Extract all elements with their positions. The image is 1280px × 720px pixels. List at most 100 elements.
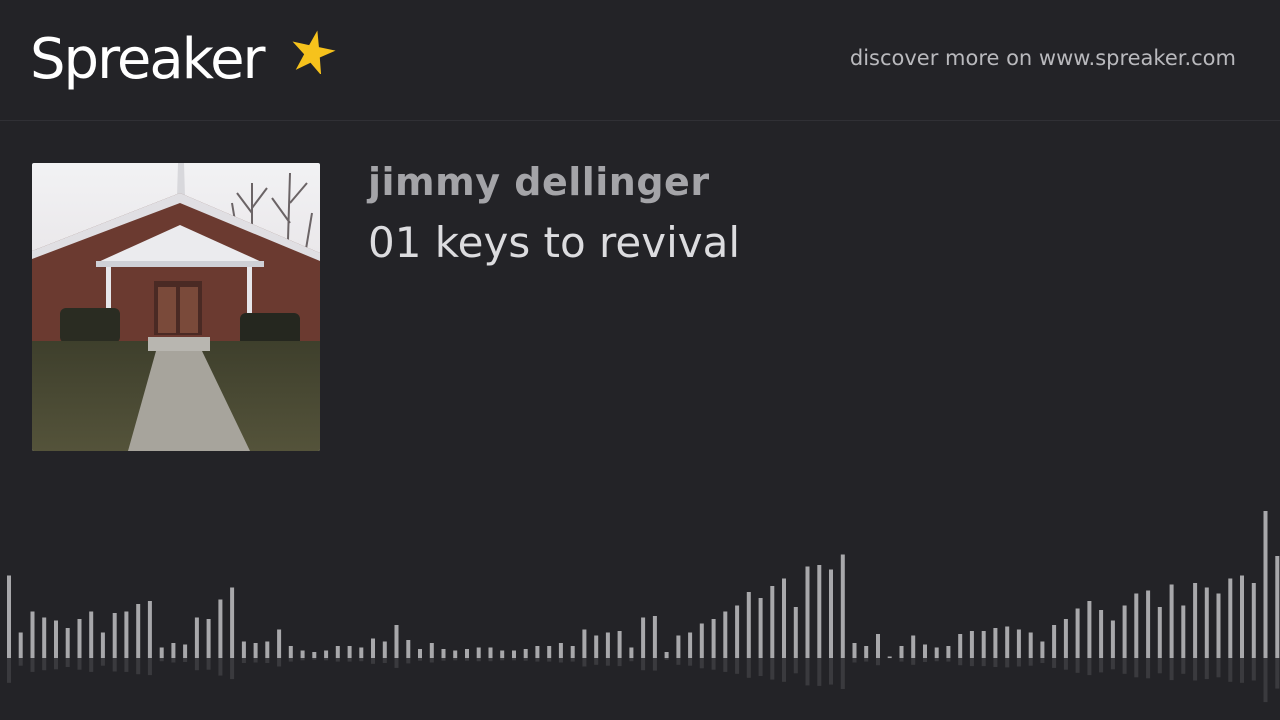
waveform-bar-reflection bbox=[1216, 658, 1221, 678]
waveform-bar-reflection bbox=[664, 658, 669, 660]
waveform-bar-reflection bbox=[194, 658, 199, 671]
waveform-bar-reflection bbox=[817, 658, 822, 686]
waveform-bar-reflection bbox=[1087, 658, 1092, 676]
waveform-bar bbox=[1005, 626, 1010, 658]
waveform-bar-reflection bbox=[253, 658, 258, 663]
waveform-bar-reflection bbox=[406, 658, 411, 664]
waveform-bar bbox=[89, 611, 94, 658]
waveform-bar bbox=[1146, 590, 1151, 658]
waveform-bar-reflection bbox=[77, 658, 82, 670]
waveform-bar-reflection bbox=[30, 658, 35, 672]
waveform-bar-reflection bbox=[735, 658, 740, 674]
waveform-bar bbox=[324, 650, 329, 658]
waveform-bar-reflection bbox=[65, 658, 70, 667]
waveform-bar-reflection bbox=[958, 658, 963, 666]
waveform-bar-reflection bbox=[605, 658, 610, 666]
waveform-bar bbox=[793, 607, 798, 658]
waveform-bar bbox=[300, 650, 305, 658]
waveform-bar bbox=[805, 566, 810, 658]
logo-wordmark: Spreaker bbox=[30, 27, 266, 92]
waveform-bar-reflection bbox=[324, 658, 329, 661]
waveform-bar bbox=[664, 652, 669, 658]
waveform-bar bbox=[1204, 587, 1209, 658]
waveform-bar-reflection bbox=[699, 658, 704, 669]
waveform-bar-reflection bbox=[981, 658, 986, 667]
waveform-bar bbox=[453, 650, 458, 658]
waveform-bar-reflection bbox=[1251, 658, 1256, 681]
waveform-bar-reflection bbox=[312, 658, 317, 660]
waveform-bar bbox=[288, 646, 293, 658]
waveform-bar bbox=[829, 569, 833, 658]
waveform-bar-reflection bbox=[500, 658, 505, 661]
waveform-bar-reflection bbox=[183, 658, 188, 662]
waveform-bar bbox=[30, 611, 35, 658]
waveform-bar bbox=[159, 647, 164, 658]
waveform-bar-reflection bbox=[1169, 658, 1174, 681]
waveform-bar bbox=[406, 640, 411, 658]
waveform-bar-reflection bbox=[1193, 658, 1198, 681]
waveform-bar-reflection bbox=[1016, 658, 1021, 667]
waveform-bar-reflection bbox=[1134, 658, 1139, 678]
discover-link[interactable]: discover more on www.spreaker.com bbox=[850, 46, 1236, 70]
audio-waveform[interactable] bbox=[0, 500, 1280, 720]
waveform-bar bbox=[758, 598, 763, 658]
waveform-bar bbox=[371, 638, 375, 658]
waveform-bar bbox=[923, 644, 927, 658]
waveform-bar-reflection bbox=[288, 658, 293, 662]
waveform-bar bbox=[1216, 593, 1221, 658]
waveform-bar-reflection bbox=[676, 658, 681, 665]
waveform-bar-reflection bbox=[793, 658, 798, 674]
waveform-bar bbox=[876, 634, 880, 658]
waveform-bar bbox=[1169, 584, 1174, 658]
waveform-bar-reflection bbox=[347, 658, 352, 662]
waveform-bar-reflection bbox=[42, 658, 47, 671]
star-icon bbox=[292, 30, 336, 74]
waveform-bar-reflection bbox=[359, 658, 364, 662]
waveform-bar-reflection bbox=[429, 658, 434, 663]
waveform-bar bbox=[1110, 620, 1115, 658]
waveform-bar-reflection bbox=[629, 658, 634, 662]
waveform-bar-reflection bbox=[805, 658, 810, 686]
waveform-bar bbox=[277, 629, 282, 658]
waveform-bar bbox=[981, 631, 986, 658]
waveform-bar bbox=[1263, 511, 1268, 658]
waveform-bar-reflection bbox=[1040, 658, 1045, 663]
church-photo-icon bbox=[32, 163, 320, 451]
waveform-bar bbox=[911, 635, 916, 658]
waveform-bar-reflection bbox=[159, 658, 164, 662]
waveform-bar bbox=[382, 641, 387, 658]
waveform-bar-reflection bbox=[206, 658, 211, 670]
waveform-bar bbox=[418, 649, 422, 658]
waveform-bar bbox=[394, 625, 399, 658]
waveform-bar bbox=[958, 634, 963, 658]
waveform-bar bbox=[476, 647, 481, 658]
waveform-bar bbox=[1028, 632, 1033, 658]
waveform-bar bbox=[946, 646, 951, 658]
waveform-bar-reflection bbox=[535, 658, 540, 662]
episode-author[interactable]: jimmy dellinger bbox=[368, 160, 710, 204]
waveform-bar-reflection bbox=[371, 658, 375, 664]
waveform-bar bbox=[699, 623, 704, 658]
waveform-bar-reflection bbox=[1240, 658, 1244, 683]
waveform-bar bbox=[605, 632, 610, 658]
waveform-bar bbox=[218, 599, 223, 658]
waveform-bar-reflection bbox=[1028, 658, 1033, 666]
waveform-bar bbox=[465, 649, 469, 658]
waveform-bar-reflection bbox=[1005, 658, 1010, 668]
waveform-bar-reflection bbox=[899, 658, 904, 662]
waveform-bar bbox=[711, 619, 716, 658]
waveform-bar-reflection bbox=[582, 658, 587, 667]
waveform-bar-reflection bbox=[688, 658, 693, 666]
waveform-bar bbox=[265, 641, 270, 658]
waveform-bar-reflection bbox=[770, 658, 775, 680]
waveform-bar bbox=[770, 586, 775, 658]
waveform-bar bbox=[194, 617, 199, 658]
waveform-bar bbox=[312, 652, 317, 658]
waveform-bar-reflection bbox=[1052, 658, 1057, 668]
waveform-bar-reflection bbox=[453, 658, 458, 661]
waveform-bar bbox=[934, 647, 939, 658]
waveform-bar-reflection bbox=[300, 658, 305, 661]
waveform-bar bbox=[1063, 619, 1068, 658]
waveform-bar bbox=[488, 647, 493, 658]
waveform-bar-reflection bbox=[1157, 658, 1162, 674]
